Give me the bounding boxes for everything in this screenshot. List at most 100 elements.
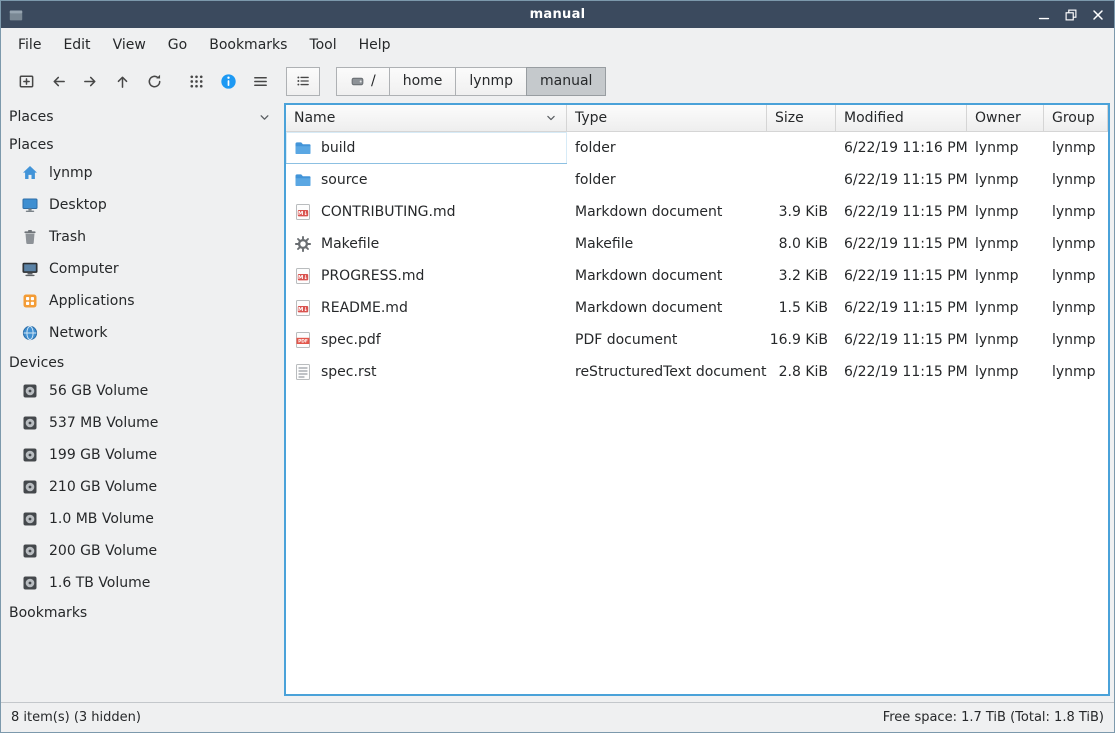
sidebar-item-label: Network (49, 325, 107, 341)
menu-edit[interactable]: Edit (52, 32, 101, 58)
column-header-group[interactable]: Group (1044, 105, 1108, 131)
file-modified: 6/22/19 11:15 PM (836, 324, 967, 356)
file-row-source[interactable]: sourcefolder6/22/19 11:15 PMlynmplynmp (286, 164, 1108, 196)
window-title: manual (1, 7, 1114, 22)
restore-button[interactable] (1062, 6, 1080, 24)
close-button[interactable] (1089, 6, 1107, 24)
computer-icon (21, 260, 39, 278)
column-header-type[interactable]: Type (567, 105, 767, 131)
pdf-icon: PDF (294, 331, 312, 349)
grid-button[interactable] (180, 66, 212, 96)
path-root-button[interactable]: / (336, 67, 390, 96)
file-row-makefile[interactable]: MakefileMakefile8.0 KiB6/22/19 11:15 PMl… (286, 228, 1108, 260)
file-size (767, 132, 836, 164)
statusbar: 8 item(s) (3 hidden) Free space: 1.7 TiB… (1, 702, 1114, 732)
sidebar-groups: Places lynmp DesktopTrashComputer Applicati… (1, 131, 284, 625)
sidebar-group-bookmarks[interactable]: Bookmarks (1, 599, 284, 625)
titlebar[interactable]: manual (1, 1, 1114, 28)
breadcrumb: /home lynmp manual (336, 67, 606, 96)
sidebar-header-label: Places (9, 109, 54, 125)
file-name: Makefile (321, 236, 379, 252)
refresh-icon (146, 73, 163, 90)
path-label: lynmp (469, 73, 513, 89)
svg-text:PDF: PDF (298, 339, 308, 345)
sidebar-item-200-gb-volume[interactable]: 200 GB Volume (1, 535, 284, 567)
file-row-contributing-md[interactable]: M↓CONTRIBUTING.mdMarkdown document3.9 Ki… (286, 196, 1108, 228)
sidebar-item-199-gb-volume[interactable]: 199 GB Volume (1, 439, 284, 471)
sidebar-item-label: lynmp (49, 165, 93, 181)
file-row-readme-md[interactable]: M↓README.mdMarkdown document1.5 KiB6/22/… (286, 292, 1108, 324)
menu-bookmarks[interactable]: Bookmarks (198, 32, 298, 58)
volume-icon (21, 574, 39, 592)
file-row-build[interactable]: buildfolder6/22/19 11:16 PMlynmplynmp (286, 132, 1108, 164)
sidebar-item-applications[interactable]: Applications (1, 285, 284, 317)
path-lynmp-button[interactable]: lynmp (455, 67, 527, 96)
sidebar-item-1-6-tb-volume[interactable]: 1.6 TB Volume (1, 567, 284, 599)
grid-icon (188, 73, 205, 90)
file-group: lynmp (1044, 292, 1108, 324)
home-icon (21, 164, 39, 182)
chevron-down-icon (544, 111, 558, 125)
sidebar-item-56-gb-volume[interactable]: 56 GB Volume (1, 375, 284, 407)
file-row-spec-pdf[interactable]: PDFspec.pdfPDF document16.9 KiB6/22/19 1… (286, 324, 1108, 356)
back-button[interactable] (42, 66, 74, 96)
markdown-icon: M↓ (294, 203, 312, 221)
status-item-count: 8 item(s) (3 hidden) (11, 710, 141, 725)
file-size: 3.9 KiB (767, 196, 836, 228)
toolbar: /home lynmp manual (1, 61, 1114, 101)
sidebar-item-label: 1.6 TB Volume (49, 575, 150, 591)
sidebar-item-trash[interactable]: Trash (1, 221, 284, 253)
volume-icon (21, 446, 39, 464)
sidebar-item-desktop[interactable]: Desktop (1, 189, 284, 221)
sidebar-item-lynmp[interactable]: lynmp (1, 157, 284, 189)
column-header-name[interactable]: Name (286, 105, 567, 131)
refresh-button[interactable] (138, 66, 170, 96)
chevron-down-icon[interactable] (257, 110, 272, 125)
column-label: Owner (975, 110, 1021, 126)
file-list-body[interactable]: buildfolder6/22/19 11:16 PMlynmplynmpsou… (286, 132, 1108, 694)
sidebar-item-computer[interactable]: Computer (1, 253, 284, 285)
new-tab-button[interactable] (10, 66, 42, 96)
view-mode-button[interactable] (286, 67, 320, 96)
menu-help[interactable]: Help (348, 32, 402, 58)
menu-tool[interactable]: Tool (298, 32, 347, 58)
path-manual-button[interactable]: manual (526, 67, 606, 96)
up-button[interactable] (106, 66, 138, 96)
menu-file[interactable]: File (7, 32, 52, 58)
file-size: 8.0 KiB (767, 228, 836, 260)
column-header-owner[interactable]: Owner (967, 105, 1044, 131)
file-type: folder (567, 132, 767, 164)
sidebar-item-1-0-mb-volume[interactable]: 1.0 MB Volume (1, 503, 284, 535)
file-name: spec.rst (321, 364, 376, 380)
menu-view[interactable]: View (102, 32, 157, 58)
sidebar-header[interactable]: Places (1, 103, 284, 131)
file-type: Markdown document (567, 196, 767, 228)
sidebar-item-537-mb-volume[interactable]: 537 MB Volume (1, 407, 284, 439)
menu-button[interactable] (244, 66, 276, 96)
sidebar-item-label: Applications (49, 293, 135, 309)
sidebar: Places Places lynmp DesktopTrashComputer Ap… (1, 101, 284, 702)
column-header-size[interactable]: Size (767, 105, 836, 131)
file-name: build (321, 140, 355, 156)
sidebar-group-places[interactable]: Places (1, 131, 284, 157)
file-row-spec-rst[interactable]: spec.rstreStructuredText document2.8 KiB… (286, 356, 1108, 388)
back-icon (50, 73, 67, 90)
file-modified: 6/22/19 11:15 PM (836, 228, 967, 260)
sidebar-item-network[interactable]: Network (1, 317, 284, 349)
file-name-cell: Makefile (286, 228, 567, 260)
menu-go[interactable]: Go (157, 32, 198, 58)
file-row-progress-md[interactable]: M↓PROGRESS.mdMarkdown document3.2 KiB6/2… (286, 260, 1108, 292)
column-header-modified[interactable]: Modified (836, 105, 967, 131)
minimize-button[interactable] (1035, 6, 1053, 24)
forward-button[interactable] (74, 66, 106, 96)
file-name: spec.pdf (321, 332, 381, 348)
info-button[interactable] (212, 66, 244, 96)
path-home-button[interactable]: home (389, 67, 457, 96)
sidebar-group-devices[interactable]: Devices (1, 349, 284, 375)
sidebar-item-label: 56 GB Volume (49, 383, 148, 399)
file-manager-window: manual FileEditViewGoBookmarksToolHelp /… (0, 0, 1115, 733)
sidebar-item-210-gb-volume[interactable]: 210 GB Volume (1, 471, 284, 503)
file-group: lynmp (1044, 164, 1108, 196)
file-name-cell: spec.rst (286, 356, 567, 388)
sidebar-item-label: 200 GB Volume (49, 543, 157, 559)
